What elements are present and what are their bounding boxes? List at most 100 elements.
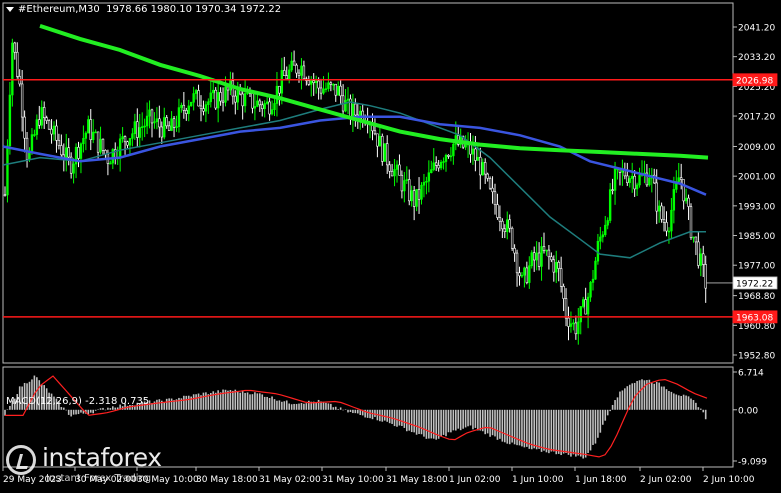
macd-histogram-bar bbox=[109, 408, 112, 410]
candle-body bbox=[594, 260, 597, 280]
macd-histogram-bar bbox=[263, 396, 266, 410]
candle-body bbox=[633, 175, 636, 190]
macd-histogram-bar bbox=[158, 399, 161, 410]
candle-body bbox=[324, 88, 328, 90]
candle-body bbox=[665, 222, 668, 232]
candle-body bbox=[630, 175, 634, 179]
candle-body bbox=[202, 108, 205, 112]
macd-histogram-bar bbox=[288, 403, 290, 410]
candle-body bbox=[405, 179, 408, 181]
candle-body bbox=[187, 105, 190, 114]
macd-histogram-bar bbox=[516, 409, 518, 446]
candle-body bbox=[221, 100, 225, 103]
macd-histogram-bar bbox=[560, 409, 562, 456]
price-tick-label: 1993.00 bbox=[738, 202, 775, 212]
macd-histogram-bar bbox=[254, 392, 256, 410]
candle-body bbox=[25, 137, 29, 160]
support-level-label: 1963.08 bbox=[736, 313, 773, 323]
macd-histogram-bar bbox=[614, 400, 616, 410]
macd-histogram-bar bbox=[386, 409, 388, 422]
candle-body bbox=[256, 100, 259, 107]
candle-body bbox=[297, 72, 301, 76]
ohlc-values: 1978.66 1980.10 1970.34 1972.22 bbox=[106, 4, 282, 15]
macd-histogram-bar bbox=[219, 392, 222, 410]
candle-body bbox=[447, 154, 450, 157]
macd-histogram-bar bbox=[244, 392, 246, 410]
candle-body bbox=[283, 70, 286, 76]
candle-body bbox=[599, 236, 602, 242]
candle-body bbox=[493, 191, 497, 205]
candle-body bbox=[175, 126, 178, 129]
macd-histogram-bar bbox=[246, 392, 249, 410]
macd-histogram-bar bbox=[102, 407, 104, 410]
macd-histogram-bar bbox=[187, 395, 190, 410]
macd-histogram-bar bbox=[428, 409, 430, 439]
candle-body bbox=[486, 173, 489, 179]
candle-body bbox=[253, 106, 257, 109]
candle-body bbox=[339, 85, 342, 97]
macd-histogram-bar bbox=[592, 409, 594, 445]
macd-histogram-bar bbox=[655, 381, 658, 410]
macd-histogram-bar bbox=[334, 406, 337, 410]
candle-body bbox=[506, 219, 509, 232]
macd-histogram-bar bbox=[104, 409, 107, 411]
price-tick-label: 2033.20 bbox=[738, 53, 775, 63]
candle-body bbox=[329, 82, 333, 85]
candle-body bbox=[626, 175, 629, 183]
macd-histogram-bar bbox=[401, 409, 403, 427]
candle-body bbox=[190, 101, 193, 107]
macd-histogram-bar bbox=[557, 409, 560, 454]
macd-histogram-bar bbox=[72, 409, 75, 415]
candle-body bbox=[319, 87, 323, 94]
macd-histogram-bar bbox=[508, 409, 511, 445]
candle-body bbox=[65, 147, 68, 159]
time-tick-label: 2 Jun 10:00 bbox=[703, 475, 755, 485]
macd-histogram-bar bbox=[418, 409, 420, 435]
macd-histogram-bar bbox=[479, 409, 482, 431]
price-chart[interactable]: 2041.202033.202025.202017.202009.002001.… bbox=[0, 0, 781, 489]
macd-histogram-bar bbox=[506, 409, 509, 444]
candle-body bbox=[657, 205, 661, 212]
price-pane-frame bbox=[2, 2, 734, 364]
candle-body bbox=[167, 125, 171, 131]
candle-body bbox=[332, 83, 335, 86]
candle-body bbox=[251, 93, 254, 109]
chart-window[interactable]: 2041.20 2033.20 2025.20 2017.20 2009.00 2001.… bbox=[0, 0, 781, 489]
macd-histogram-bar bbox=[330, 403, 332, 410]
candle-body bbox=[214, 89, 217, 109]
candle-body bbox=[182, 104, 186, 111]
macd-histogram-bar bbox=[589, 409, 592, 451]
candle-body bbox=[84, 132, 88, 139]
macd-histogram-bar bbox=[457, 409, 460, 429]
candle-body bbox=[336, 85, 340, 96]
candle-body bbox=[3, 194, 7, 197]
candle-body bbox=[133, 121, 137, 135]
macd-histogram-bar bbox=[67, 409, 70, 415]
macd-histogram-bar bbox=[572, 409, 575, 455]
candle-body bbox=[42, 107, 46, 119]
macd-histogram-bar bbox=[4, 409, 6, 416]
price-tick-label: 2009.00 bbox=[738, 143, 775, 153]
dropdown-arrow-icon[interactable] bbox=[6, 6, 14, 12]
macd-histogram-bar bbox=[538, 409, 540, 449]
candle-body bbox=[16, 51, 19, 77]
candle-body bbox=[209, 92, 212, 103]
macd-histogram-bar bbox=[99, 408, 102, 410]
candle-body bbox=[520, 274, 524, 277]
macd-histogram-bar bbox=[528, 409, 531, 449]
macd-label: MACD(12,26,9) -2.318 0.735 bbox=[6, 396, 150, 407]
macd-histogram-bar bbox=[94, 409, 97, 411]
macd-histogram-bar bbox=[692, 400, 695, 410]
candle-body bbox=[398, 164, 401, 176]
price-tick-label: 1977.00 bbox=[738, 262, 775, 272]
candle-body bbox=[82, 138, 85, 145]
macd-histogram-bar bbox=[430, 409, 433, 439]
candle-body bbox=[92, 131, 95, 140]
macd-histogram-bar bbox=[680, 395, 682, 410]
candle-body bbox=[542, 246, 546, 252]
macd-histogram-bar bbox=[599, 409, 602, 433]
macd-histogram-bar bbox=[619, 391, 621, 410]
macd-histogram-bar bbox=[266, 396, 268, 410]
candle-body bbox=[420, 184, 423, 200]
candle-body bbox=[488, 178, 492, 189]
